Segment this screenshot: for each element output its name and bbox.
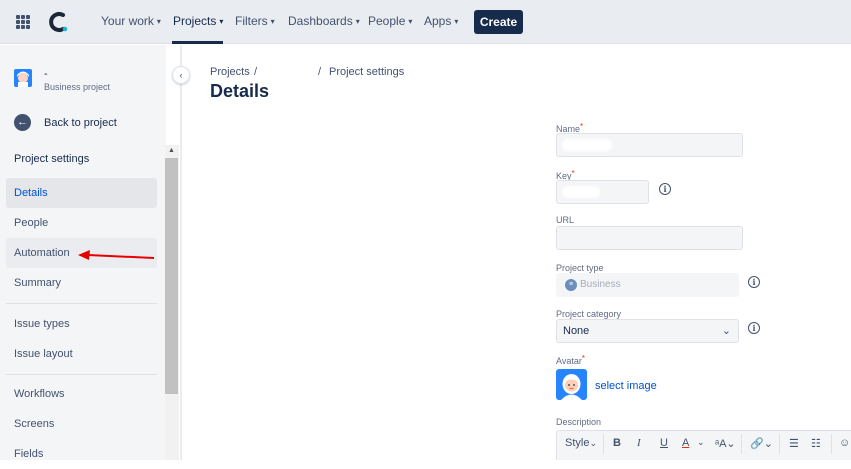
project-type-label: Business project (44, 82, 111, 92)
collapse-sidebar-icon[interactable]: ‹ (172, 66, 190, 84)
text-style-label: Style (565, 437, 590, 449)
sidebar-divider-line (6, 374, 157, 375)
toolbar-separator (779, 434, 780, 454)
sidebar-item-issue-layout[interactable]: Issue layout (6, 339, 157, 369)
nav-projects-label: Projects (173, 14, 217, 28)
italic-button[interactable]: I (637, 437, 641, 449)
link-icon[interactable]: 🔗⌄ (750, 437, 773, 450)
select-image-link[interactable]: select image (595, 380, 657, 392)
sidebar-item-fields[interactable]: Fields (6, 439, 157, 469)
back-arrow-icon[interactable]: ← (14, 114, 31, 131)
project-name: - (44, 68, 48, 80)
required-marker: * (571, 169, 575, 178)
nav-filters-label: Filters (235, 14, 268, 28)
page-title: Details (210, 81, 270, 101)
chevron-down-icon: ⌄ (721, 325, 731, 337)
bold-button[interactable]: B (613, 437, 621, 449)
nav-apps[interactable]: Apps ▾ (424, 14, 458, 28)
info-icon[interactable]: i (748, 322, 760, 334)
sidebar-divider[interactable] (180, 45, 182, 460)
chevron-down-icon: ▾ (270, 17, 275, 26)
nav-filters[interactable]: Filters ▾ (235, 14, 275, 28)
project-category-select[interactable]: None ⌄ (556, 319, 739, 343)
redacted-key-value (562, 186, 600, 198)
url-field-label: URL (556, 215, 575, 225)
chevron-down-icon: ▾ (355, 17, 360, 26)
project-avatar-image[interactable] (556, 369, 587, 400)
top-navigation: Your work ▾ Projects ▾ Filters ▾ Dashboards… (0, 0, 851, 44)
nav-your-work-label: Your work (101, 14, 154, 28)
sidebar-divider-line (6, 303, 157, 304)
text-format-more-icon[interactable]: ᵃA⌄ (715, 437, 736, 450)
sidebar-item-issue-types[interactable]: Issue types (6, 309, 157, 339)
breadcrumb-project-settings[interactable]: Project settings (329, 66, 404, 78)
breadcrumb-separator: / (254, 66, 258, 78)
text-style-dropdown[interactable]: Style⌄ (565, 437, 597, 449)
breadcrumb-separator: / (318, 66, 322, 78)
business-project-icon: ≡ (565, 279, 577, 291)
chevron-down-icon: ▾ (219, 17, 224, 26)
sidebar-item-workflows[interactable]: Workflows (6, 379, 157, 409)
toolbar-separator (603, 434, 604, 454)
sidebar-scrollbar-thumb[interactable] (165, 158, 178, 394)
info-icon[interactable]: i (748, 276, 760, 288)
project-type-field-label: Project type (556, 263, 604, 273)
back-to-project-link[interactable]: Back to project (44, 117, 117, 129)
underline-button[interactable]: U (660, 437, 668, 449)
sidebar-section-title: Project settings (14, 153, 90, 165)
redacted-name-value (562, 139, 612, 151)
emoji-icon[interactable]: ☺ (839, 437, 850, 449)
chevron-down-icon: ⌄ (589, 438, 598, 448)
sidebar-item-details[interactable]: Details (6, 178, 157, 208)
project-avatar (14, 69, 32, 87)
info-icon[interactable]: i (659, 183, 671, 195)
required-marker: * (580, 122, 584, 131)
scroll-up-arrow-icon[interactable]: ▲ (168, 147, 175, 154)
avatar-label-text: Avatar (556, 356, 582, 366)
project-category-value: None (563, 325, 590, 337)
app-switcher-icon[interactable] (16, 15, 30, 29)
numbered-list-icon[interactable]: ☷ (811, 437, 821, 450)
bullet-list-icon[interactable]: ☰ (789, 437, 799, 450)
nav-people-label: People (368, 14, 406, 28)
nav-apps-label: Apps (424, 14, 452, 28)
annotation-arrow-icon (78, 250, 155, 260)
url-input[interactable] (556, 226, 743, 250)
confluence-logo-icon[interactable] (46, 9, 70, 35)
chevron-down-icon: ▾ (454, 17, 459, 26)
sidebar-item-people[interactable]: People (6, 208, 157, 238)
required-marker: * (581, 354, 585, 363)
nav-people[interactable]: People ▾ (368, 14, 412, 28)
active-nav-indicator (172, 41, 223, 44)
nav-projects[interactable]: Projects ▾ (173, 14, 223, 28)
sidebar-item-summary[interactable]: Summary (6, 268, 157, 298)
text-color-button[interactable]: A (682, 437, 689, 449)
toolbar-separator (741, 434, 742, 454)
project-category-field-label: Project category (556, 309, 622, 319)
project-type-value: Business (580, 279, 621, 290)
nav-your-work[interactable]: Your work ▾ (101, 14, 161, 28)
breadcrumb-projects[interactable]: Projects (210, 66, 250, 78)
sidebar-item-screens[interactable]: Screens (6, 409, 157, 439)
create-button[interactable]: Create (474, 10, 523, 34)
chevron-down-icon[interactable]: ⌄ (697, 437, 705, 448)
nav-dashboards-label: Dashboards (288, 14, 353, 28)
avatar-field-label: Avatar* (556, 354, 585, 366)
toolbar-separator (831, 434, 832, 454)
description-field-label: Description (556, 417, 602, 427)
chevron-down-icon: ▾ (408, 17, 413, 26)
chevron-down-icon: ▾ (156, 17, 161, 26)
nav-dashboards[interactable]: Dashboards ▾ (288, 14, 360, 28)
